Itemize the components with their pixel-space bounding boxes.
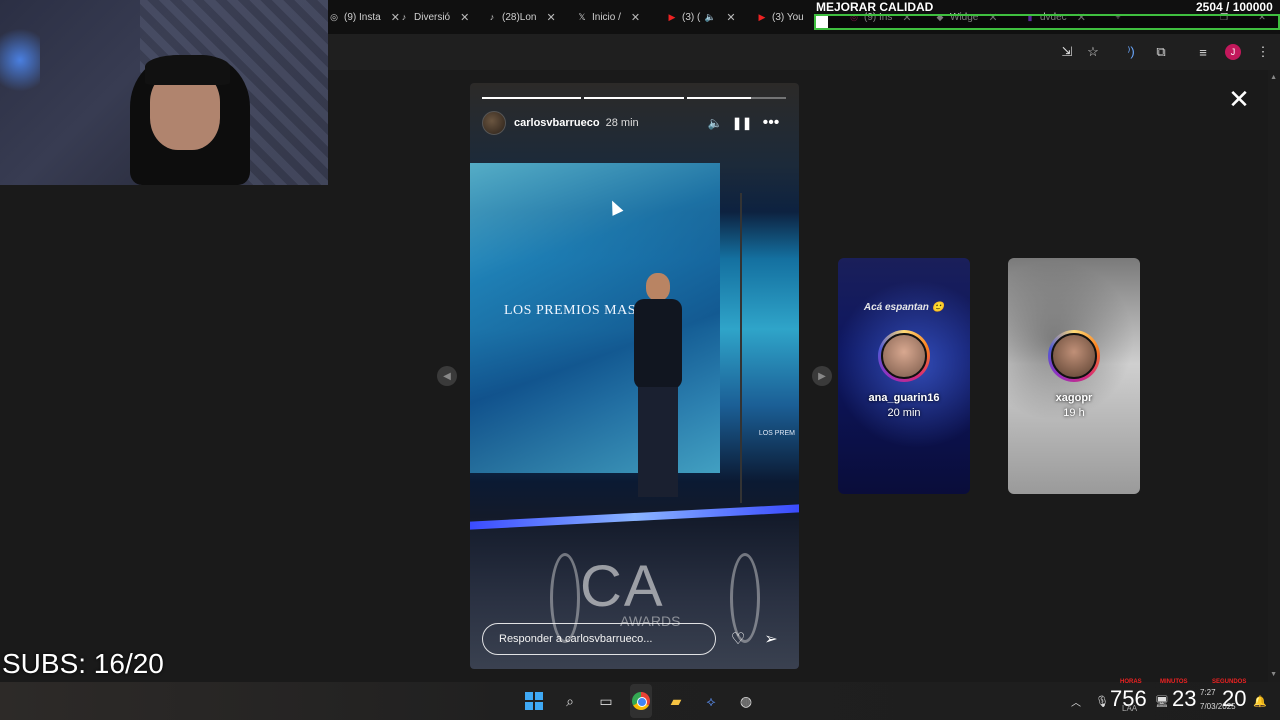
avatar[interactable] xyxy=(482,111,506,135)
extension-icon[interactable]: ⁾) xyxy=(1122,43,1140,61)
tiktok-icon: ♪ xyxy=(489,12,495,22)
subs-counter: SUBS: 16/20 xyxy=(2,648,164,679)
app-icon[interactable]: ⟡ xyxy=(701,691,721,711)
tab-label: Diversió xyxy=(414,11,451,23)
file-explorer-icon[interactable]: ▰ xyxy=(666,691,686,711)
progress-segment xyxy=(584,97,684,99)
tiktok-icon: ♪ xyxy=(401,12,407,22)
media-controls-icon[interactable]: ≡ xyxy=(1194,43,1212,61)
reply-input[interactable]: Responder a carlosvbarrueco... xyxy=(482,623,716,655)
card-username: xagopr xyxy=(1055,392,1093,404)
monitor-icon[interactable]: 🖥 xyxy=(1152,691,1172,711)
progress-segment xyxy=(482,97,582,99)
browser-tab[interactable]: ▶ (3) You xyxy=(756,7,804,27)
system-time[interactable]: 7:27 xyxy=(1200,688,1216,697)
youtube-icon: ▶ xyxy=(758,11,766,22)
tab-label: Inicio / xyxy=(592,11,621,23)
browser-tab[interactable]: ♪ (28)Lon ✕ xyxy=(486,7,556,27)
task-view-icon[interactable]: ▭ xyxy=(596,691,616,711)
send-icon[interactable]: ➢ xyxy=(760,628,782,650)
story-preview-card[interactable]: Acá espantan 🙂 ana_guarin16 20 min xyxy=(838,258,970,494)
extensions-puzzle-icon[interactable]: ⧉ xyxy=(1152,43,1170,61)
card-caption: Acá espantan 🙂 xyxy=(863,302,945,313)
close-icon[interactable]: ✕ xyxy=(726,11,735,24)
install-app-icon[interactable]: ⇲ xyxy=(1058,43,1076,61)
close-icon[interactable]: ✕ xyxy=(546,11,555,24)
more-options-icon[interactable]: ••• xyxy=(762,114,780,131)
stage-small-text: LOS PREM xyxy=(758,430,795,437)
quality-label: MEJORAR CALIDAD xyxy=(816,0,934,14)
youtube-icon: ▶ xyxy=(668,11,676,22)
instagram-icon: ◎ xyxy=(330,11,338,22)
profile-avatar[interactable]: J xyxy=(1225,44,1241,60)
card-time: 19 h xyxy=(1063,407,1085,419)
close-icon[interactable]: ✕ xyxy=(460,11,469,24)
scroll-down-icon[interactable]: ▼ xyxy=(1270,671,1277,678)
story-preview-card[interactable]: xagopr 19 h xyxy=(1008,258,1140,494)
story-player[interactable]: LOS PREMIOS MAS Pica LOS PREM CA AWARDS … xyxy=(470,83,799,669)
pause-icon[interactable]: ❚❚ xyxy=(732,115,752,131)
hours-label: HORAS xyxy=(1120,679,1142,685)
kebab-menu-icon[interactable]: ⋮ xyxy=(1254,43,1272,61)
mic-stand xyxy=(740,193,742,503)
previous-story-button[interactable]: ◀ xyxy=(437,366,457,386)
story-header: carlosvbarrueco 28 min 🔈 ❚❚ ••• xyxy=(482,111,787,135)
scroll-up-icon[interactable]: ▲ xyxy=(1270,74,1277,81)
chevron-up-icon[interactable]: ︿ xyxy=(1066,691,1086,711)
card-username: ana_guarin16 xyxy=(868,392,940,404)
goal-count: 2504 / 100000 xyxy=(1196,0,1273,14)
tab-label: (3) You xyxy=(772,11,804,23)
seconds-label: SEGUNDOS xyxy=(1212,679,1247,685)
minutes-label: MINUTOS xyxy=(1160,679,1188,685)
avatar xyxy=(878,330,930,382)
countdown-minutes: 23 xyxy=(1172,686,1197,711)
story-progress-bar xyxy=(482,97,786,99)
bookmark-star-icon[interactable]: ☆ xyxy=(1084,43,1102,61)
browser-tab[interactable]: ♪ Diversió ✕ xyxy=(398,7,470,27)
obs-icon[interactable]: ◍ xyxy=(736,691,756,711)
mute-icon[interactable]: 🔈 xyxy=(706,115,724,131)
windows-start-icon[interactable] xyxy=(524,691,544,711)
card-time: 20 min xyxy=(887,407,921,419)
notification-icon[interactable]: 🔔 xyxy=(1250,691,1270,711)
language-indicator[interactable]: LAA xyxy=(1122,704,1137,713)
progress-segment xyxy=(686,97,786,99)
goal-progress-bar xyxy=(814,14,1280,30)
tab-label: (3) ( xyxy=(682,11,701,23)
x-icon: 𝕏 xyxy=(578,11,586,22)
system-date[interactable]: 7/03/2025 xyxy=(1200,702,1236,711)
heart-icon[interactable]: ♡ xyxy=(727,628,749,650)
browser-toolbar: ⇲ ☆ ⁾) ⧉ ≡ J ⋮ xyxy=(328,34,1280,70)
browser-tab[interactable]: ▶ (3) ( 🔈 ✕ xyxy=(666,7,736,27)
browser-tab[interactable]: ◎ (9) Insta ✕ xyxy=(328,7,400,27)
story-username[interactable]: carlosvbarrueco xyxy=(514,117,600,129)
screen: ◎ (9) Insta ✕ ♪ Diversió ✕ ♪ (28)Lon ✕ 𝕏… xyxy=(0,0,1280,720)
avatar xyxy=(1048,330,1100,382)
tab-label: (28)Lon xyxy=(502,11,537,23)
next-story-button[interactable]: ▶ xyxy=(812,366,832,386)
scrollbar[interactable]: ▲ ▼ xyxy=(1268,70,1280,682)
microphone-icon[interactable]: 🎙 xyxy=(1092,691,1112,711)
close-icon[interactable]: ✕ xyxy=(631,11,640,24)
story-time: 28 min xyxy=(605,117,639,129)
speaker-icon[interactable]: 🔈 xyxy=(704,11,716,23)
close-viewer-button[interactable]: ✕ xyxy=(1226,86,1252,112)
tab-label: (9) Insta xyxy=(344,11,381,23)
awards-logo: CA xyxy=(580,554,665,619)
search-icon[interactable]: ⌕ xyxy=(560,691,580,711)
webcam-overlay xyxy=(0,0,328,185)
performer xyxy=(628,273,688,503)
browser-tab[interactable]: 𝕏 Inicio / ✕ xyxy=(576,7,640,27)
goal-progress-fill xyxy=(816,16,828,28)
chrome-icon[interactable] xyxy=(631,691,651,711)
